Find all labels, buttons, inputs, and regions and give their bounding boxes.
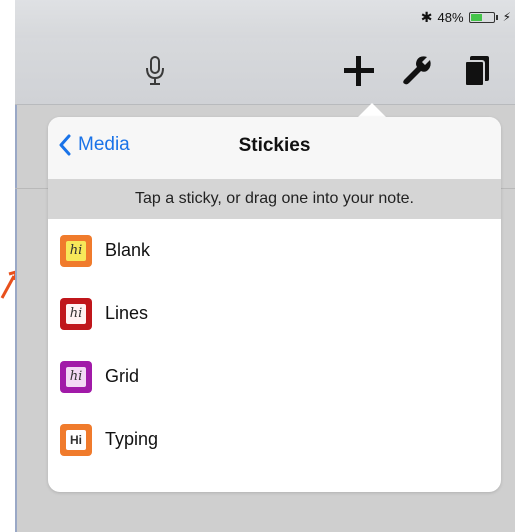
bluetooth-icon: ✱ xyxy=(420,8,433,25)
popover-header: Media Stickies xyxy=(48,117,501,179)
battery-tip xyxy=(495,14,498,20)
toolbar xyxy=(15,38,515,105)
sticky-lines-icon: hi xyxy=(60,297,92,330)
sticky-item-label: Grid xyxy=(105,366,140,386)
plus-icon[interactable] xyxy=(342,54,376,88)
sticky-glyph: hi xyxy=(66,303,86,324)
sticky-item-lines[interactable]: hi Lines xyxy=(48,282,501,345)
popover-title: Stickies xyxy=(238,135,311,156)
hint-text: Tap a sticky, or drag one into your note… xyxy=(48,179,501,219)
sticky-blank-icon: hi xyxy=(60,234,92,267)
battery-icon xyxy=(468,11,495,23)
status-bar: ✱ 48% ⚡ xyxy=(15,0,515,38)
left-margin xyxy=(0,0,15,532)
app-window: ✱ 48% ⚡ Media Stickies Tap a sticky, or … xyxy=(15,0,515,532)
sticky-item-label: Lines xyxy=(105,303,149,323)
pages-icon[interactable] xyxy=(463,55,491,87)
sticky-grid-icon: hi xyxy=(60,360,92,393)
sticky-glyph: Hi xyxy=(66,429,86,450)
sticky-item-grid[interactable]: hi Grid xyxy=(48,345,501,408)
microphone-icon[interactable] xyxy=(145,56,165,86)
sticky-typing-icon: Hi xyxy=(60,423,92,456)
sticky-glyph: hi xyxy=(66,240,86,261)
sticky-item-blank[interactable]: hi Blank xyxy=(48,219,501,282)
stickies-list: hi Blank hi Lines hi Grid Hi Typing xyxy=(48,219,501,471)
popover-arrow xyxy=(357,103,387,118)
charging-icon: ⚡ xyxy=(502,10,511,24)
sticky-item-typing[interactable]: Hi Typing xyxy=(48,408,501,471)
battery-level xyxy=(470,13,483,21)
battery-percent: 48% xyxy=(437,9,464,25)
sticky-item-label: Blank xyxy=(105,240,151,260)
stickies-popover: Media Stickies Tap a sticky, or drag one… xyxy=(48,117,501,492)
wrench-icon[interactable] xyxy=(401,55,433,87)
sticky-item-label: Typing xyxy=(105,429,159,449)
status-indicators: ✱ 48% ⚡ xyxy=(421,8,511,26)
sticky-glyph: hi xyxy=(66,366,86,387)
